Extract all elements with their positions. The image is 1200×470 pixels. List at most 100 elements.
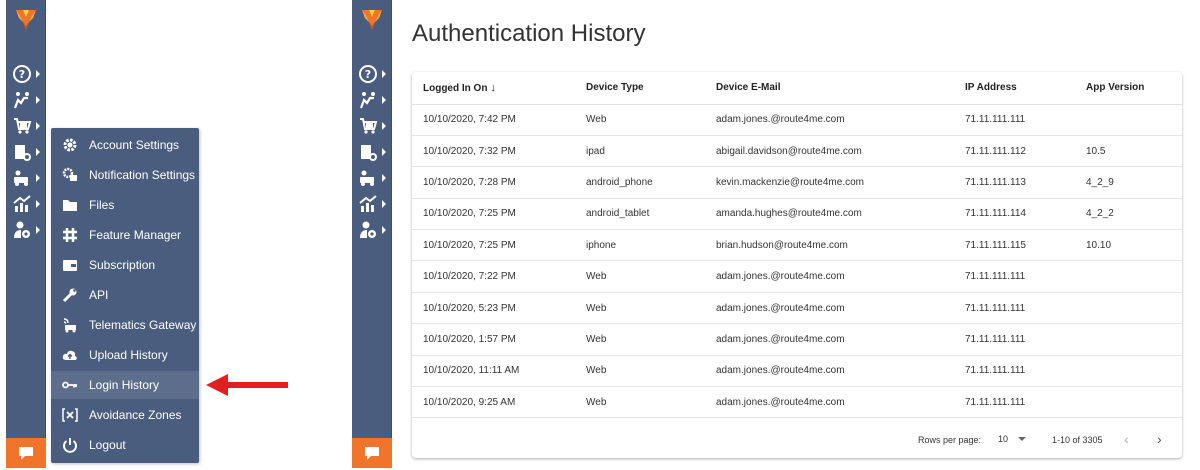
chat-button[interactable]	[6, 438, 46, 468]
cell-logged-in-on: 10/10/2020, 5:23 PM	[412, 292, 586, 325]
cloud-upload-icon	[61, 346, 79, 364]
cell-device-type: ipad	[586, 135, 716, 168]
menu-item-label: Logout	[89, 438, 126, 452]
wallet-icon	[61, 256, 79, 274]
cell-app-version	[1086, 386, 1182, 419]
menu-item-api[interactable]: API	[51, 281, 199, 309]
cell-device-type: Web	[586, 292, 716, 325]
cell-device-email: amanda.hughes@route4me.com	[716, 198, 965, 231]
table-row[interactable]: 10/10/2020, 7:25 PM iphone brian.hudson@…	[412, 229, 1182, 262]
table-row[interactable]: 10/10/2020, 7:22 PM Web adam.jones.@rout…	[412, 260, 1182, 293]
column-header-device-email[interactable]: Device E-Mail	[716, 72, 965, 105]
cell-ip-address: 71.11.111.115	[965, 229, 1086, 262]
cell-logged-in-on: 10/10/2020, 7:22 PM	[412, 260, 586, 293]
gear-icon	[61, 136, 79, 154]
notification-gear-icon	[61, 166, 79, 184]
cell-app-version: 4_2_2	[1086, 198, 1182, 231]
analytics-icon[interactable]	[12, 192, 42, 216]
cell-ip-address: 71.11.111.112	[965, 135, 1086, 168]
column-header-device-type[interactable]: Device Type	[586, 72, 716, 105]
menu-item-logout[interactable]: Logout	[51, 431, 199, 459]
table-pagination-footer: Rows per page: 10 1-10 of 3305 ‹ ›	[412, 422, 1182, 458]
table-row[interactable]: 10/10/2020, 9:25 AM Web adam.jones.@rout…	[412, 386, 1182, 419]
user-settings-icon[interactable]	[358, 218, 388, 242]
orders-icon[interactable]	[12, 114, 42, 138]
routes-icon[interactable]	[358, 88, 388, 112]
power-icon	[61, 436, 79, 454]
authentication-history-table: Logged In On ↓ Device Type Device E-Mail …	[412, 72, 1182, 419]
routes-icon[interactable]	[12, 88, 42, 112]
menu-item-notification-settings[interactable]: Notification Settings	[51, 161, 199, 189]
table-row[interactable]: 10/10/2020, 7:42 PM Web adam.jones.@rout…	[412, 104, 1182, 136]
zone-x-icon	[61, 406, 79, 424]
rows-per-page-select[interactable]: 10	[998, 434, 1027, 444]
previous-page-button[interactable]: ‹	[1124, 431, 1129, 447]
menu-item-feature-manager[interactable]: Feature Manager	[51, 221, 199, 249]
column-header-app-version[interactable]: App Version	[1086, 72, 1182, 105]
menu-item-label: Upload History	[89, 348, 168, 362]
cell-device-type: Web	[586, 260, 716, 293]
red-pointer-arrow	[206, 374, 288, 396]
column-header-ip-address[interactable]: IP Address	[965, 72, 1086, 105]
menu-item-label: Files	[89, 198, 115, 212]
fleet-icon[interactable]	[12, 166, 42, 190]
menu-item-label: API	[89, 288, 109, 302]
menu-item-subscription[interactable]: Subscription	[51, 251, 199, 279]
cell-device-type: android_phone	[586, 166, 716, 199]
menu-item-telematics-gateway[interactable]: Telematics Gateway	[51, 311, 199, 339]
menu-item-account-settings[interactable]: Account Settings	[51, 131, 199, 159]
rows-per-page-label: Rows per page:	[918, 435, 982, 445]
table-row[interactable]: 10/10/2020, 7:28 PM android_phone kevin.…	[412, 166, 1182, 199]
cell-device-type: android_tablet	[586, 198, 716, 231]
cell-device-type: Web	[586, 104, 716, 136]
pagination-range: 1-10 of 3305	[1052, 435, 1103, 445]
cell-device-type: Web	[586, 323, 716, 356]
satellite-icon	[61, 316, 79, 334]
table-row[interactable]: 10/10/2020, 7:32 PM ipad abigail.davidso…	[412, 135, 1182, 168]
hash-icon	[61, 226, 79, 244]
cell-app-version	[1086, 104, 1182, 136]
route4me-logo[interactable]	[360, 8, 384, 48]
tracking-icon[interactable]	[358, 140, 388, 164]
table-row[interactable]: 10/10/2020, 5:23 PM Web adam.jones.@rout…	[412, 292, 1182, 325]
main-sidebar: ?	[352, 0, 392, 468]
analytics-icon[interactable]	[358, 192, 388, 216]
menu-item-label: Avoidance Zones	[89, 408, 182, 422]
chat-button[interactable]	[352, 438, 392, 468]
cell-device-email: adam.jones.@route4me.com	[716, 260, 965, 293]
menu-item-files[interactable]: Files	[51, 191, 199, 219]
cell-app-version: 4_2_9	[1086, 166, 1182, 199]
table-row[interactable]: 10/10/2020, 7:25 PM android_tablet amand…	[412, 198, 1182, 231]
cell-device-email: adam.jones.@route4me.com	[716, 386, 965, 419]
cell-device-email: adam.jones.@route4me.com	[716, 323, 965, 356]
column-header-logged-in-on[interactable]: Logged In On ↓	[412, 72, 586, 105]
menu-item-upload-history[interactable]: Upload History	[51, 341, 199, 369]
help-icon[interactable]: ?	[358, 62, 388, 86]
menu-item-avoidance-zones[interactable]: Avoidance Zones	[51, 401, 199, 429]
next-page-button[interactable]: ›	[1157, 431, 1162, 447]
menu-item-login-history[interactable]: Login History	[51, 371, 199, 399]
route4me-logo[interactable]	[14, 8, 38, 48]
chat-icon	[19, 447, 33, 460]
menu-item-label: Account Settings	[89, 138, 180, 152]
cell-logged-in-on: 10/10/2020, 7:28 PM	[412, 166, 586, 199]
user-settings-icon[interactable]	[12, 218, 42, 242]
account-flyout-menu: Account Settings Notification Settings F…	[51, 128, 199, 463]
orders-icon[interactable]	[358, 114, 388, 138]
cell-logged-in-on: 10/10/2020, 1:57 PM	[412, 323, 586, 356]
fleet-icon[interactable]	[358, 166, 388, 190]
svg-text:?: ?	[365, 68, 371, 81]
cell-app-version: 10.5	[1086, 135, 1182, 168]
table-row[interactable]: 10/10/2020, 1:57 PM Web adam.jones.@rout…	[412, 323, 1182, 356]
cell-device-email: adam.jones.@route4me.com	[716, 355, 965, 388]
table-row[interactable]: 10/10/2020, 11:11 AM Web adam.jones.@rou…	[412, 355, 1182, 388]
tracking-icon[interactable]	[12, 140, 42, 164]
wrench-icon	[61, 286, 79, 304]
cell-app-version	[1086, 355, 1182, 388]
cell-device-email: adam.jones.@route4me.com	[716, 104, 965, 136]
menu-item-label: Login History	[89, 378, 160, 392]
chevron-down-icon	[1018, 437, 1027, 441]
help-icon[interactable]: ?	[12, 62, 42, 86]
sort-desc-icon[interactable]: ↓	[490, 82, 496, 94]
cell-ip-address: 71.11.111.111	[965, 386, 1086, 419]
